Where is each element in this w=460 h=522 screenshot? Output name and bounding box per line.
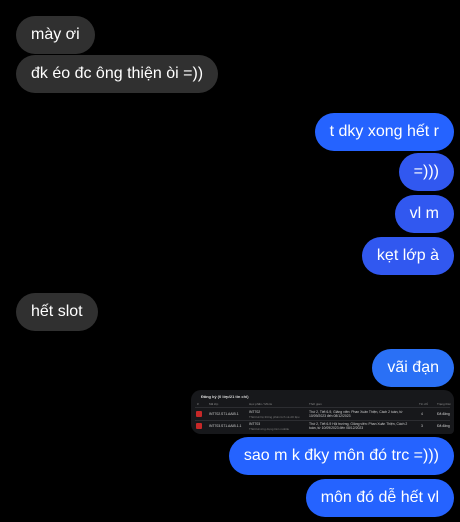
image-header-cell: Tín chỉ bbox=[419, 402, 429, 406]
message-outgoing[interactable]: vãi đạn bbox=[372, 349, 454, 387]
message-incoming[interactable]: hết slot bbox=[16, 293, 98, 331]
image-cell: Thiết kế hệ thống phân tích và dữ liệu bbox=[249, 415, 300, 419]
message-outgoing[interactable]: =))) bbox=[398, 153, 454, 191]
image-cell: Đã đăng bbox=[437, 424, 450, 428]
image-header-cell: Học phần / Mô tả bbox=[249, 402, 272, 406]
message-outgoing[interactable]: sao m k đky môn đó trc =))) bbox=[228, 437, 454, 475]
image-cell: INT702.S71.AAIB.1 bbox=[209, 412, 239, 416]
image-header-cell: Mã lớp bbox=[209, 402, 219, 406]
message-outgoing[interactable]: kẹt lớp à bbox=[361, 237, 454, 275]
image-cell: Thứ 2, Tiết 6-9, Giảng viên: Phan Xuân T… bbox=[309, 410, 403, 418]
message-incoming[interactable]: mày ơi bbox=[16, 16, 95, 54]
image-cell: INT702 bbox=[249, 410, 261, 414]
image-cell: 4 bbox=[421, 412, 423, 416]
message-outgoing[interactable]: vl m bbox=[394, 195, 454, 233]
chat-thread: mày ơi đk éo đc ông thiện òi =)) t dky x… bbox=[0, 0, 460, 522]
delete-icon bbox=[196, 411, 202, 417]
delete-icon bbox=[196, 423, 202, 429]
image-table-row: INT702.S71.AAIB.1 INT702 Thiết kế hệ thố… bbox=[191, 409, 454, 420]
image-header-cell: Trạng thái bbox=[437, 402, 451, 406]
image-header-cell: # bbox=[197, 402, 199, 406]
image-cell: Đã đăng bbox=[437, 412, 450, 416]
message-outgoing[interactable]: môn đó dễ hết vl bbox=[305, 479, 454, 517]
image-cell: Thứ 2, Tiết 6-9 Hội trường, Giảng viên: … bbox=[309, 422, 408, 430]
image-table-header: # Mã lớp Học phần / Mô tả Thời gian Tín … bbox=[191, 402, 454, 406]
image-cell: 3 bbox=[421, 424, 423, 428]
image-title: Đăng ký (0 lớp/21 tín chỉ) bbox=[201, 394, 249, 399]
image-divider bbox=[195, 407, 450, 408]
image-table-row: INT703.S71.AAIB.1.1 INT703 Thiết kế ứng … bbox=[191, 421, 454, 432]
image-cell: Thiết kế ứng dụng trên mobile bbox=[249, 427, 290, 431]
image-header-cell: Thời gian bbox=[309, 402, 322, 406]
message-outgoing[interactable]: t dky xong hết r bbox=[314, 113, 454, 151]
shared-screenshot-image[interactable]: Đăng ký (0 lớp/21 tín chỉ) # Mã lớp Học … bbox=[191, 390, 454, 434]
image-cell: INT703.S71.AAIB.1.1 bbox=[209, 424, 242, 428]
message-incoming[interactable]: đk éo đc ông thiện òi =)) bbox=[16, 55, 219, 93]
image-cell: INT703 bbox=[249, 422, 261, 426]
